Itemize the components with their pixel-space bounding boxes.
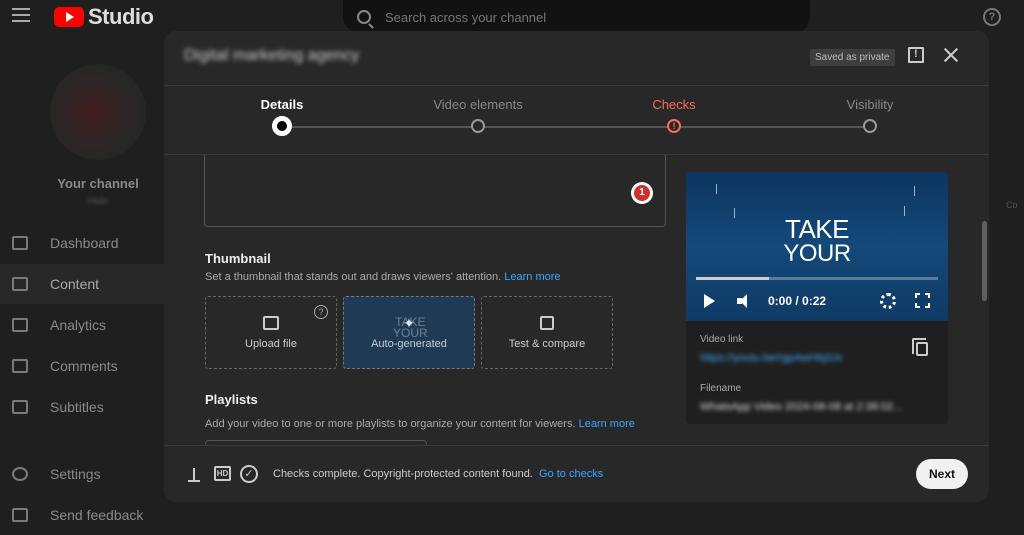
- hd-icon: HD: [214, 466, 231, 481]
- filename-value: WhatsApp Video 2024-08-08 at 2:38:02...: [700, 401, 903, 413]
- test-compare-label: Test & compare: [508, 337, 586, 350]
- video-preview-card: TAKE YOUR 0:00 / 0:22 Video link https:/…: [686, 172, 948, 424]
- close-icon[interactable]: [943, 47, 959, 63]
- playlists-title: Playlists: [205, 392, 258, 407]
- dialog-title: Digital marketing agency: [184, 47, 360, 64]
- sidebar-item-comments[interactable]: Comments: [0, 346, 164, 386]
- dialog-footer: HD ✓ Checks complete. Copyright-protecte…: [164, 445, 989, 502]
- gear-icon[interactable]: [880, 293, 896, 309]
- alert-count: 1: [634, 185, 650, 201]
- stepper-line: [282, 126, 870, 128]
- sidebar-item-analytics[interactable]: Analytics: [0, 305, 164, 345]
- sidebar-item-dashboard[interactable]: Dashboard: [0, 223, 164, 263]
- report-icon[interactable]: [908, 47, 924, 63]
- video-decoration: [914, 186, 915, 196]
- sidebar-item-settings[interactable]: Settings: [0, 454, 164, 494]
- subtitles-icon: [12, 400, 28, 414]
- test-compare-button[interactable]: Test & compare: [481, 296, 613, 369]
- search-icon: [357, 10, 371, 24]
- details-content: 1 Thumbnail Set a thumbnail that stands …: [164, 155, 989, 445]
- next-button[interactable]: Next: [916, 459, 968, 489]
- step-checks[interactable]: Checks: [614, 97, 734, 112]
- step-details[interactable]: Details: [222, 97, 342, 112]
- video-time: 0:00 / 0:22: [768, 294, 827, 308]
- step-video-elements[interactable]: Video elements: [418, 97, 538, 112]
- saved-badge: Saved as private: [810, 49, 895, 66]
- search-bar[interactable]: Search across your channel: [343, 0, 810, 34]
- fullscreen-icon[interactable]: [915, 293, 930, 308]
- upload-thumbnail-button[interactable]: ? Upload file: [205, 296, 337, 369]
- video-link[interactable]: https://youtu.be/rgpAwHbj3Jc: [700, 352, 843, 364]
- dashboard-icon: [12, 236, 28, 250]
- background-column-label: Co: [1006, 200, 1018, 210]
- description-field[interactable]: [204, 155, 666, 227]
- content-icon: [12, 277, 28, 291]
- step-details-dot[interactable]: [272, 116, 292, 136]
- check-circle-icon: ✓: [240, 465, 258, 483]
- channel-avatar[interactable]: [50, 64, 146, 160]
- volume-icon[interactable]: [737, 294, 753, 308]
- add-image-icon: [263, 315, 279, 330]
- sidebar-item-label: Settings: [50, 466, 101, 482]
- video-progress-fill: [696, 277, 769, 280]
- sidebar-item-label: Subtitles: [50, 399, 104, 415]
- upload-file-label: Upload file: [245, 337, 297, 350]
- playlists-learn-more-link[interactable]: Learn more: [579, 418, 635, 430]
- sidebar-item-content[interactable]: Content: [0, 264, 164, 304]
- comments-icon: [12, 359, 28, 373]
- step-checks-error-icon[interactable]: !: [667, 119, 681, 133]
- video-link-label: Video link: [700, 334, 744, 345]
- sidebar-item-subtitles[interactable]: Subtitles: [0, 387, 164, 427]
- checks-status: Checks complete. Copyright-protected con…: [273, 468, 604, 480]
- step-video-elements-dot[interactable]: [471, 119, 485, 133]
- scrollbar[interactable]: [982, 221, 987, 301]
- upload-dialog: Digital marketing agency Saved as privat…: [164, 31, 989, 502]
- upload-icon: [188, 468, 200, 482]
- video-frame-text: YOUR: [783, 240, 851, 267]
- go-to-checks-link[interactable]: Go to checks: [539, 468, 603, 480]
- video-decoration: [716, 184, 717, 194]
- studio-logo[interactable]: Studio: [54, 4, 154, 30]
- auto-generated-thumbnail-button[interactable]: TAKE YOUR ✦ Auto-generated: [343, 296, 475, 369]
- sidebar-item-label: Send feedback: [50, 507, 144, 523]
- playlists-description: Add your video to one or more playlists …: [205, 418, 635, 430]
- feedback-icon: [12, 508, 28, 522]
- search-input[interactable]: Search across your channel: [385, 10, 546, 25]
- sidebar-item-label: Analytics: [50, 317, 107, 333]
- video-player[interactable]: TAKE YOUR 0:00 / 0:22: [686, 172, 948, 321]
- thumbnail-title: Thumbnail: [205, 251, 271, 266]
- help-icon[interactable]: ?: [314, 305, 328, 319]
- sidebar-item-send-feedback[interactable]: Send feedback: [0, 495, 164, 535]
- sidebar-item-label: Comments: [50, 358, 118, 374]
- thumbnail-preview-text: TAKE YOUR: [393, 315, 428, 340]
- stepper: Details Video elements Checks ! Visibili…: [164, 86, 989, 156]
- thumbnail-learn-more-link[interactable]: Learn more: [504, 271, 560, 283]
- play-icon[interactable]: [704, 294, 715, 308]
- logo-text: Studio: [88, 4, 154, 29]
- step-visibility-dot[interactable]: [863, 119, 877, 133]
- top-bar: Studio Search across your channel ?: [0, 0, 1024, 34]
- help-icon[interactable]: ?: [983, 8, 1001, 26]
- analytics-icon: [12, 318, 28, 332]
- menu-icon[interactable]: [12, 8, 30, 22]
- sidebar-item-label: Content: [50, 276, 100, 292]
- filename-label: Filename: [700, 383, 742, 394]
- settings-icon: [12, 467, 28, 481]
- description-alert-badge[interactable]: 1: [631, 182, 653, 204]
- youtube-icon: [54, 7, 84, 27]
- sidebar-item-label: Dashboard: [50, 235, 119, 251]
- step-visibility[interactable]: Visibility: [810, 97, 930, 112]
- copy-icon[interactable]: [912, 338, 928, 356]
- thumbnail-description: Set a thumbnail that stands out and draw…: [205, 271, 561, 283]
- bar-chart-icon: [540, 315, 554, 330]
